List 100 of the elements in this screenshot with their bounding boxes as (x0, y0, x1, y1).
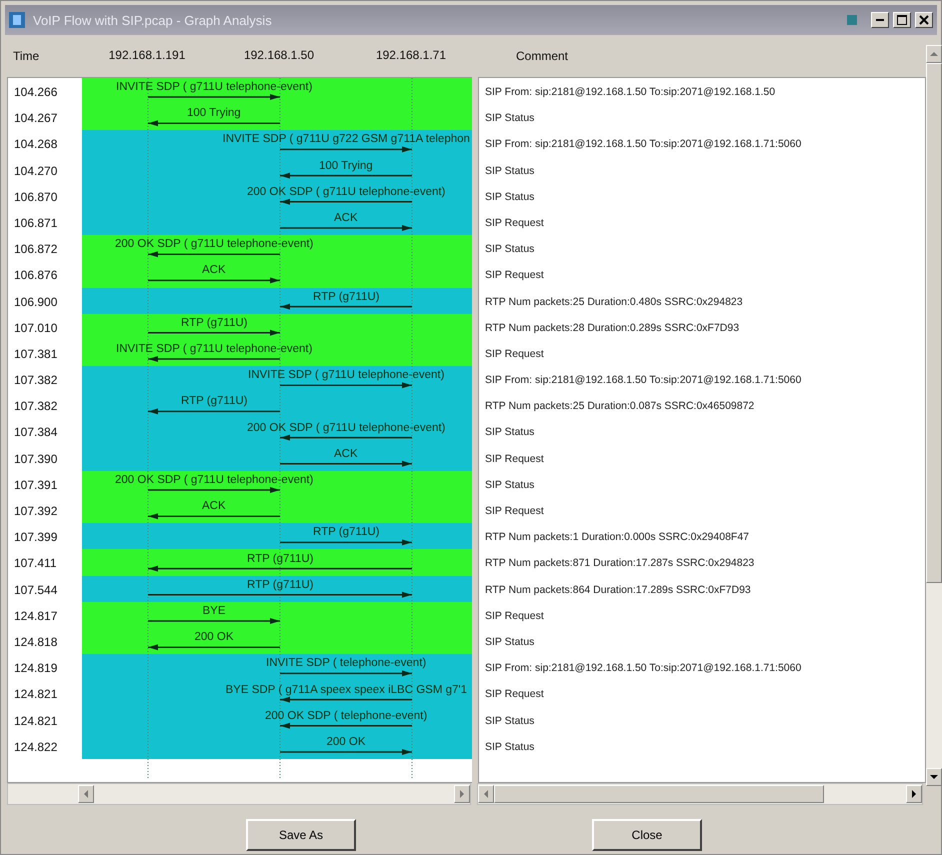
time-cell-text: 107.382 (13, 398, 58, 416)
message-label: RTP (g711U) (247, 552, 314, 566)
left-arrow-icon (483, 790, 489, 798)
message-label: 100 Trying (319, 158, 373, 173)
message-label: 200 OK SDP ( g711U telephone-event) (115, 237, 314, 252)
comment-cell-text: SIP Status (484, 425, 536, 440)
message-label: 200 OK (326, 735, 366, 749)
vertical-scrollbar[interactable] (926, 45, 942, 786)
time-cell-text: 124.819 (13, 660, 58, 678)
scroll-right-button[interactable] (906, 785, 922, 803)
horizontal-scrollbar[interactable] (477, 783, 923, 805)
time-cell-text: 124.818 (13, 634, 58, 651)
window-title: VoIP Flow with SIP.pcap - Graph Analysis (33, 12, 272, 28)
horizontal-scrollbar[interactable] (7, 783, 471, 805)
maximize-icon (897, 15, 907, 25)
comment-cell-text: SIP Request (484, 268, 545, 284)
time-cell-text: 106.872 (13, 241, 58, 258)
column-header: 192.168.1.71 (376, 48, 446, 62)
message-label: RTP (g711U) (181, 316, 248, 330)
comment-cell-text: SIP Status (484, 111, 536, 126)
up-arrow-icon (930, 51, 938, 57)
message-label: INVITE SDP ( telephone-event) (266, 656, 426, 670)
scroll-left-button[interactable] (78, 785, 94, 803)
time-cell-text: 124.821 (13, 712, 58, 730)
left-arrow-icon (83, 790, 89, 798)
save-as-button[interactable]: Save As (246, 819, 356, 851)
message-label: 100 Trying (187, 106, 241, 120)
time-cell-text: 104.266 (13, 84, 58, 101)
comment-cell-text: RTP Num packets:871 Duration:17.287s SSRC:0x294823 (484, 556, 756, 572)
comment-cell-text: SIP Request (484, 346, 545, 362)
comment-cell-text: SIP Request (484, 504, 545, 519)
comment-cell-text: RTP Num packets:28 Duration:0.289s SSRC:0xF7D93 (484, 320, 740, 336)
comment-cell-text: SIP Request (484, 216, 545, 231)
message-label: INVITE SDP ( g711U telephone-event) (116, 80, 312, 94)
comment-cell-text: SIP Request (484, 452, 545, 467)
comment-cell-text: SIP Status (484, 740, 536, 755)
minimize-button[interactable] (871, 12, 889, 28)
right-arrow-icon (911, 790, 917, 798)
time-cell-text: 107.010 (13, 320, 58, 337)
comment-cell-text: SIP Status (484, 242, 536, 258)
scroll-down-button[interactable] (926, 768, 942, 786)
comment-cell-text: SIP Status (484, 714, 536, 728)
message-label: ACK (202, 263, 226, 278)
message-label: RTP (g711U) (181, 394, 248, 408)
message-label: 200 OK SDP ( g711U telephone-event) (115, 473, 314, 487)
message-label: ACK (202, 499, 226, 514)
down-arrow-icon (930, 774, 938, 780)
comment-cell-text: SIP From: sip:2181@192.168.1.50 To:sip:2071@192.168.1.71:5060 (484, 661, 802, 676)
comment-cell-text: SIP From: sip:2181@192.168.1.50 To:sip:2071@192.168.1.71:5060 (484, 137, 802, 152)
time-cell-text: 104.268 (13, 136, 58, 154)
message-label: ACK (334, 446, 358, 461)
message-label: 200 OK SDP ( g711U telephone-event) (247, 184, 446, 199)
message-label: INVITE SDP ( g711U telephone-event) (248, 368, 444, 382)
message-label: INVITE SDP ( g711U telephone-event) (116, 342, 312, 356)
comment-cell-text: RTP Num packets:25 Duration:0.087s SSRC:0x46509872 (484, 399, 756, 414)
message-label: RTP (g711U) (313, 290, 380, 304)
message-label: BYE SDP ( g711A speex speex iLBC GSM g7'1 (226, 682, 467, 697)
column-header: Time (13, 49, 40, 63)
right-arrow-icon (459, 790, 465, 798)
time-cell-text: 104.267 (13, 110, 58, 128)
time-cell-text: 107.384 (13, 424, 58, 442)
comment-cell-text: SIP From: sip:2181@192.168.1.50 To:sip:2071@192.168.1.50 (484, 85, 776, 100)
comment-cell-text: SIP Request (484, 608, 545, 624)
close-dialog-button[interactable]: Close (592, 819, 702, 851)
close-button[interactable] (915, 12, 933, 28)
comment-cell-text: RTP Num packets:1 Duration:0.000s SSRC:0x29408F47 (484, 530, 750, 546)
message-label: 200 OK SDP ( g711U telephone-event) (247, 420, 446, 435)
scrollbar-thumb[interactable] (926, 63, 942, 583)
time-cell-text: 107.382 (13, 372, 58, 390)
time-cell-text: 107.381 (13, 346, 58, 363)
message-label: RTP (g711U) (313, 525, 380, 540)
minimize-icon (876, 19, 884, 21)
message-label: BYE (202, 604, 226, 618)
time-cell-text: 106.871 (13, 214, 58, 232)
comment-cell-text: RTP Num packets:25 Duration:0.480s SSRC:0x294823 (484, 294, 744, 310)
scrollbar-thumb[interactable] (494, 785, 824, 803)
maximize-button[interactable] (893, 12, 911, 28)
time-cell-text: 107.391 (13, 476, 58, 494)
comment-cell-text: SIP Status (484, 634, 536, 650)
time-cell-text: 107.411 (13, 555, 58, 572)
time-cell-text: 124.822 (13, 738, 58, 756)
time-cell-text: 104.270 (13, 162, 58, 180)
column-header: 192.168.1.50 (244, 48, 314, 62)
message-label: INVITE SDP ( g711U g722 GSM g711A telephon (222, 132, 470, 146)
message-label: 200 OK (194, 630, 234, 644)
message-label: 200 OK SDP ( telephone-event) (265, 708, 428, 723)
time-cell-text: 107.544 (13, 582, 58, 599)
time-cell-text: 107.399 (13, 529, 58, 546)
tray-icon (847, 15, 857, 25)
time-cell-text: 106.900 (13, 294, 58, 310)
app-icon (9, 12, 25, 28)
scroll-left-button[interactable] (478, 785, 494, 803)
time-cell-text: 107.392 (13, 503, 58, 520)
comment-cell-text: SIP Status (484, 478, 536, 493)
comment-cell-text: RTP Num packets:864 Duration:17.289s SSRC:0xF7D93 (484, 582, 752, 598)
column-header: Comment (516, 49, 568, 63)
message-label: RTP (g711U) (247, 578, 314, 592)
comment-cell-text: SIP Request (484, 687, 545, 702)
time-cell-text: 106.870 (13, 188, 58, 206)
scroll-up-button[interactable] (926, 45, 942, 63)
